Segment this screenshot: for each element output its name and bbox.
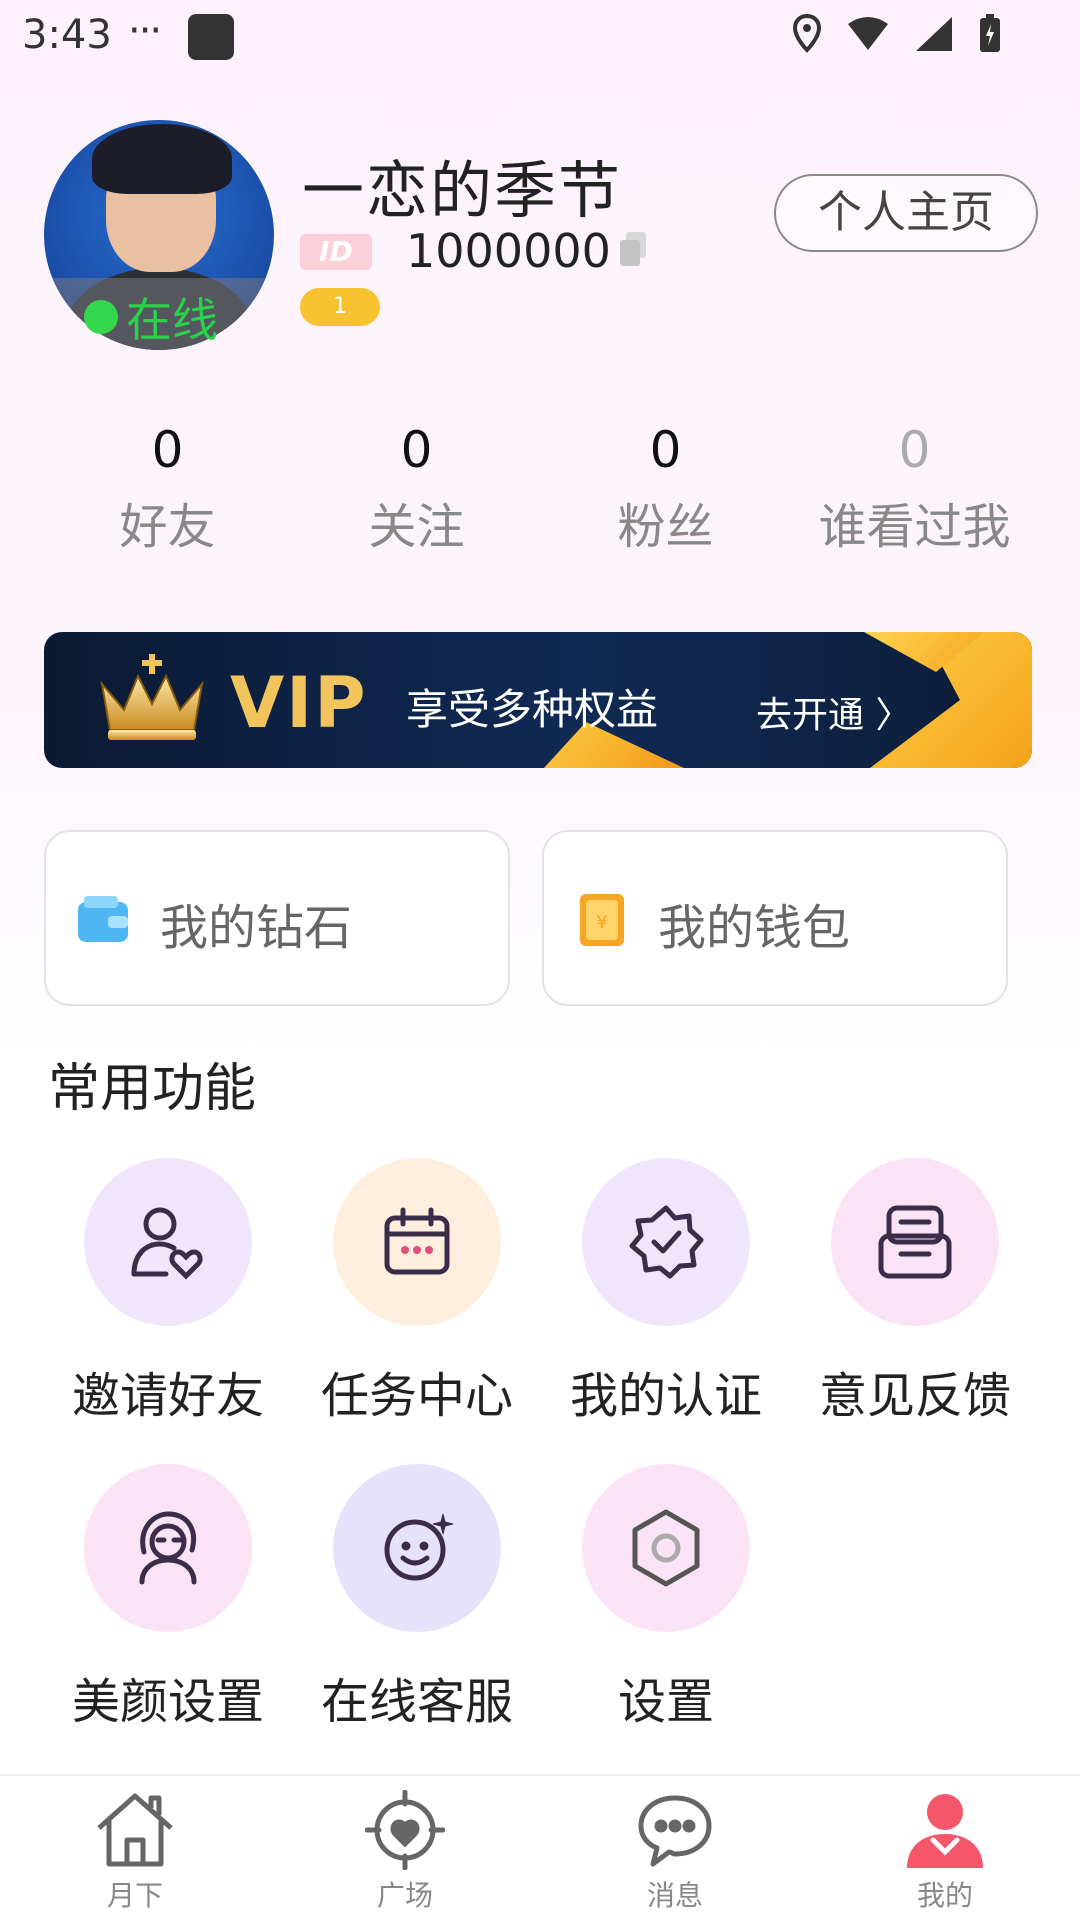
nav-item-profile[interactable]: 我的 bbox=[810, 1776, 1080, 1920]
crown-icon bbox=[100, 654, 204, 740]
invite-friend-icon bbox=[131, 1207, 203, 1280]
nav-label: 月下 bbox=[106, 1879, 163, 1912]
feature-label: 设置 bbox=[617, 1674, 714, 1730]
status-icons bbox=[792, 14, 1002, 54]
feature-my-verification[interactable]: 我的认证 bbox=[556, 1158, 776, 1426]
copy-icon[interactable] bbox=[618, 232, 648, 268]
feature-label: 在线客服 bbox=[320, 1674, 513, 1730]
verified-badge-icon bbox=[629, 1205, 704, 1279]
status-dots: ··· bbox=[128, 8, 162, 54]
stats-row: 0 好友 0 关注 0 粉丝 0 谁看过我 bbox=[0, 420, 1080, 556]
feature-online-service[interactable]: 在线客服 bbox=[307, 1464, 527, 1732]
id-tag: ID bbox=[300, 234, 372, 270]
stat-visitors[interactable]: 0 谁看过我 bbox=[790, 420, 1039, 556]
feature-task-center[interactable]: 任务中心 bbox=[307, 1158, 527, 1426]
stat-value: 0 bbox=[400, 421, 433, 479]
stat-fans[interactable]: 0 粉丝 bbox=[541, 420, 790, 556]
nav-item-home[interactable]: 月下 bbox=[0, 1776, 270, 1920]
plaza-icon bbox=[365, 1790, 445, 1870]
my-wallet-label: 我的钱包 bbox=[658, 900, 851, 956]
wallet-book-icon: ¥ bbox=[580, 894, 624, 946]
feature-settings[interactable]: 设置 bbox=[556, 1464, 776, 1732]
message-icon bbox=[638, 1795, 712, 1867]
online-status-text: 在线 bbox=[126, 293, 218, 347]
nav-label: 消息 bbox=[646, 1879, 703, 1912]
stat-label: 谁看过我 bbox=[818, 499, 1011, 555]
stat-friends[interactable]: 0 好友 bbox=[43, 420, 292, 556]
feature-feedback[interactable]: 意见反馈 bbox=[805, 1158, 1025, 1426]
feature-beauty-settings[interactable]: 美颜设置 bbox=[58, 1464, 278, 1732]
user-id: 1000000 bbox=[406, 224, 611, 278]
calendar-icon bbox=[384, 1207, 450, 1275]
wifi-icon bbox=[848, 17, 888, 50]
stat-label: 粉丝 bbox=[617, 499, 714, 555]
nav-label: 广场 bbox=[376, 1879, 433, 1912]
my-wallet-card[interactable]: ¥ 我的钱包 bbox=[542, 830, 1008, 1006]
feedback-icon bbox=[878, 1205, 952, 1279]
online-status-badge: 在线 bbox=[84, 284, 218, 350]
feature-label: 任务中心 bbox=[320, 1368, 513, 1424]
vip-banner[interactable]: VIP 享受多种权益 去开通 〉 bbox=[44, 632, 1032, 768]
feature-label: 美颜设置 bbox=[71, 1674, 264, 1730]
feature-label: 意见反馈 bbox=[818, 1368, 1011, 1424]
battery-icon bbox=[980, 14, 1000, 52]
diamond-wallet-icon bbox=[78, 896, 128, 942]
nav-label: 我的 bbox=[916, 1879, 973, 1912]
status-time: 3:43 bbox=[22, 12, 112, 58]
vip-title: VIP bbox=[230, 662, 368, 744]
settings-icon bbox=[632, 1509, 700, 1587]
level-badge: 1 bbox=[300, 288, 380, 326]
stat-value: 0 bbox=[649, 421, 682, 479]
home-icon bbox=[97, 1793, 173, 1867]
customer-service-icon bbox=[384, 1513, 454, 1581]
nav-item-messages[interactable]: 消息 bbox=[540, 1776, 810, 1920]
bottom-nav: 月下 广场 消息 我的 bbox=[0, 1774, 1080, 1920]
beauty-icon bbox=[139, 1511, 197, 1585]
feature-label: 邀请好友 bbox=[71, 1368, 264, 1424]
feature-invite-friends[interactable]: 邀请好友 bbox=[58, 1158, 278, 1426]
level-value: 1 bbox=[333, 294, 347, 319]
stat-label: 好友 bbox=[119, 499, 216, 555]
status-bar: 3:43 ··· bbox=[0, 0, 1080, 72]
location-icon bbox=[792, 14, 822, 53]
stat-label: 关注 bbox=[368, 499, 465, 555]
my-diamonds-label: 我的钻石 bbox=[160, 900, 353, 956]
profile-icon bbox=[907, 1794, 983, 1868]
stat-value: 0 bbox=[898, 421, 931, 479]
signal-icon bbox=[916, 17, 952, 51]
stat-value: 0 bbox=[151, 421, 184, 479]
feature-label: 我的认证 bbox=[569, 1368, 762, 1424]
personal-homepage-button[interactable]: 个人主页 bbox=[774, 174, 1038, 252]
vip-activate-link[interactable]: 去开通 〉 bbox=[756, 686, 911, 738]
username: 一恋的季节 bbox=[302, 154, 623, 227]
my-diamonds-card[interactable]: 我的钻石 bbox=[44, 830, 510, 1006]
online-dot-icon bbox=[84, 300, 118, 334]
app-notification-icon bbox=[188, 14, 234, 60]
svg-text:¥: ¥ bbox=[596, 912, 607, 933]
stat-following[interactable]: 0 关注 bbox=[292, 420, 541, 556]
section-title: 常用功能 bbox=[48, 1059, 257, 1119]
nav-item-plaza[interactable]: 广场 bbox=[270, 1776, 540, 1920]
vip-description: 享受多种权益 bbox=[406, 685, 659, 734]
